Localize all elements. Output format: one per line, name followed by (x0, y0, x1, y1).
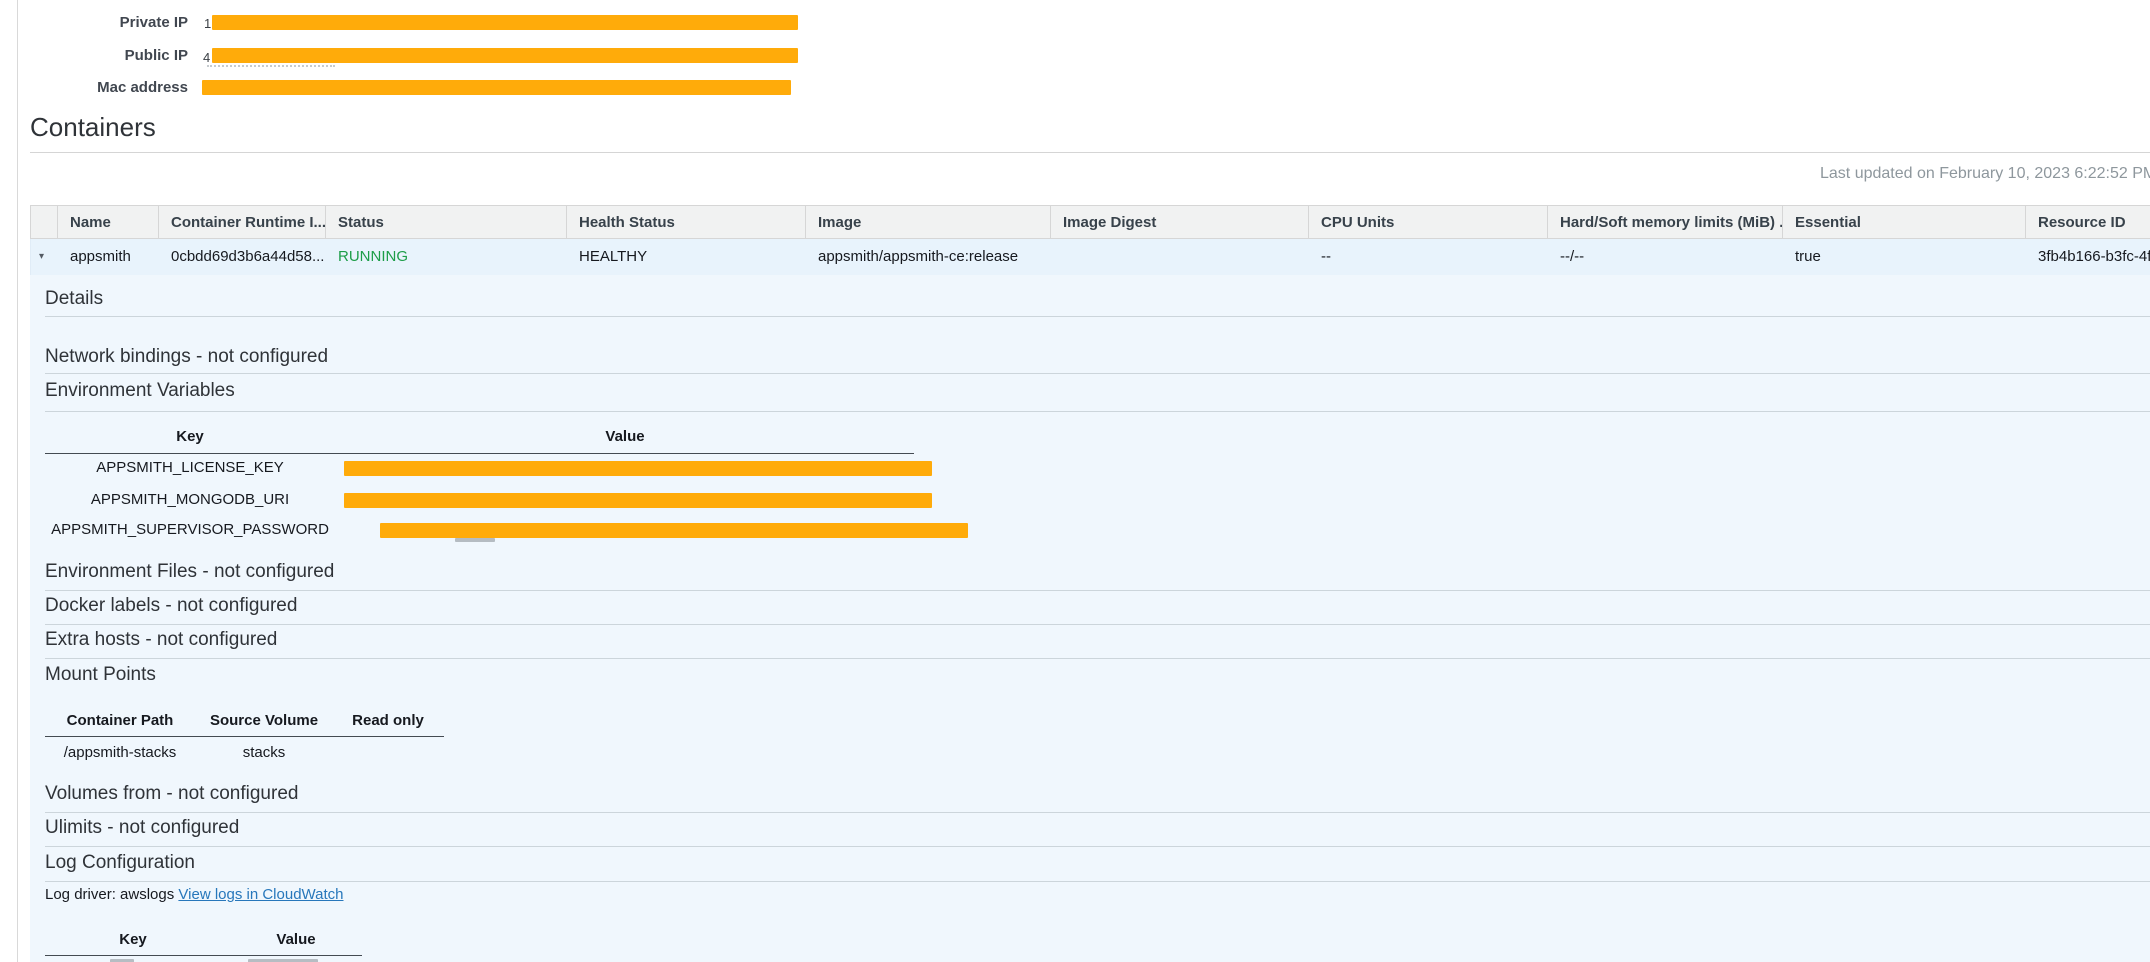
section-divider (45, 624, 2150, 625)
mount-source-volume-header: Source Volume (195, 711, 333, 731)
container-details-panel: Details Network bindings - not configure… (30, 275, 2150, 962)
public-ip-redacted-bar (212, 48, 798, 63)
env-value-redacted-bar (344, 493, 932, 508)
expander-column-header (31, 206, 58, 238)
ulimits-section: Ulimits - not configured (45, 816, 239, 839)
public-ip-link-underline-artifact (207, 65, 335, 67)
mac-address-redacted-bar (202, 80, 791, 95)
section-divider (45, 316, 2150, 317)
cell-essential: true (1783, 239, 2026, 275)
left-pane-divider (17, 0, 18, 962)
column-header-image-digest: Image Digest (1051, 206, 1309, 238)
row-expand-icon[interactable]: ▾ (31, 239, 58, 275)
mount-container-path-cell: /appsmith-stacks (45, 743, 195, 763)
containers-divider (30, 152, 2150, 153)
env-value-header: Value (480, 427, 770, 447)
column-header-essential: Essential (1783, 206, 2026, 238)
containers-table-header: Name Container Runtime I... Status Healt… (30, 205, 2150, 239)
task-details-page: Private IP 1 Public IP 4 Mac address Con… (0, 0, 2150, 962)
column-header-memory-limits: Hard/Soft memory limits (MiB) ... (1548, 206, 1783, 238)
network-bindings-section: Network bindings - not configured (45, 345, 328, 368)
cell-memory-limits: --/-- (1548, 239, 1783, 275)
private-ip-label: Private IP (28, 15, 188, 31)
cell-container-runtime-id: 0cbdd69d3b6a44d58... (159, 239, 326, 275)
environment-files-section: Environment Files - not configured (45, 560, 334, 583)
env-key-header: Key (45, 427, 335, 447)
docker-labels-section: Docker labels - not configured (45, 594, 297, 617)
cell-status: RUNNING (326, 239, 567, 275)
column-header-resource-id: Resource ID (2026, 206, 2150, 238)
section-divider (45, 846, 2150, 847)
mac-address-label: Mac address (28, 80, 188, 96)
public-ip-fragment: 4 (203, 50, 210, 65)
mount-container-path-header: Container Path (45, 711, 195, 731)
section-divider (45, 658, 2150, 659)
env-table-header-underline (45, 453, 914, 454)
extra-hosts-section: Extra hosts - not configured (45, 628, 277, 651)
env-value-redacted-bar (380, 523, 968, 538)
env-key: APPSMITH_MONGODB_URI (45, 490, 335, 510)
environment-variables-section: Environment Variables (45, 379, 235, 402)
view-logs-cloudwatch-link[interactable]: View logs in CloudWatch (178, 886, 343, 903)
column-header-health-status: Health Status (567, 206, 806, 238)
public-ip-label: Public IP (28, 48, 188, 64)
mount-points-section: Mount Points (45, 663, 156, 686)
env-value-redacted-bar (344, 461, 932, 476)
cell-image-digest (1051, 239, 1309, 275)
cell-cpu-units: -- (1309, 239, 1548, 275)
log-value-header: Value (221, 930, 371, 950)
env-key: APPSMITH_SUPERVISOR_PASSWORD (45, 520, 335, 540)
cell-name: appsmith (58, 239, 159, 275)
cell-resource-id: 3fb4b166-b3fc-4f9 (2026, 239, 2150, 275)
mount-read-only-header: Read only (333, 711, 443, 731)
log-table-header-underline (45, 955, 362, 956)
log-driver-label: Log driver: awslogs (45, 886, 174, 903)
cell-image: appsmith/appsmith-ce:release (806, 239, 1051, 275)
cell-health-status: HEALTHY (567, 239, 806, 275)
column-header-cpu-units: CPU Units (1309, 206, 1548, 238)
last-updated-text: Last updated on February 10, 2023 6:22:5… (1820, 165, 2150, 183)
container-table-row[interactable]: ▾ appsmith 0cbdd69d3b6a44d58... RUNNING … (30, 239, 2150, 275)
log-configuration-section: Log Configuration (45, 851, 195, 874)
private-ip-fragment: 1 (204, 16, 211, 31)
section-divider (45, 590, 2150, 591)
section-divider (45, 881, 2150, 882)
column-header-status: Status (326, 206, 567, 238)
column-header-image: Image (806, 206, 1051, 238)
details-title: Details (45, 287, 103, 310)
column-header-name: Name (58, 206, 159, 238)
redacted-text-descender-artifact (455, 538, 495, 542)
section-divider (45, 812, 2150, 813)
private-ip-redacted-bar (212, 15, 798, 30)
volumes-from-section: Volumes from - not configured (45, 782, 298, 805)
mount-table-header-underline (45, 736, 444, 737)
log-driver-line: Log driver: awslogs View logs in CloudWa… (45, 885, 344, 905)
containers-section-title: Containers (30, 112, 156, 142)
section-divider (45, 373, 2150, 374)
containers-table: Name Container Runtime I... Status Healt… (30, 205, 2150, 275)
mount-source-volume-cell: stacks (195, 743, 333, 763)
column-header-container-runtime-id: Container Runtime I... (159, 206, 326, 238)
log-key-header: Key (45, 930, 221, 950)
section-divider (45, 411, 2150, 412)
env-key: APPSMITH_LICENSE_KEY (45, 458, 335, 478)
